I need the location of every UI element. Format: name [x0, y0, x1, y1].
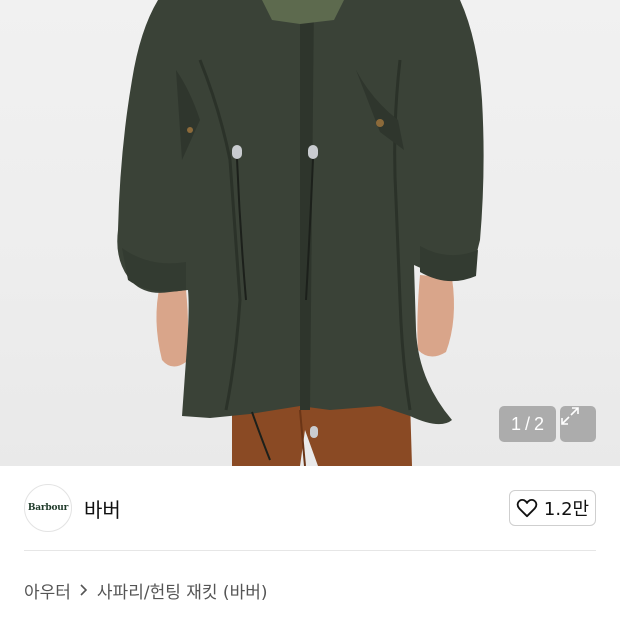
brand-logo-text: Barbour: [27, 503, 69, 513]
image-counter-separator: /: [524, 414, 530, 434]
image-counter-current: 1: [510, 414, 521, 434]
image-counter: 1/2: [499, 406, 556, 442]
brand-name[interactable]: 바버: [84, 494, 121, 523]
like-button[interactable]: 1.2만: [509, 490, 596, 526]
heart-outline-icon: [516, 498, 538, 518]
brand-logo[interactable]: Barbour: [24, 484, 72, 532]
brand-row: Barbour 바버 1.2만: [0, 466, 620, 552]
expand-image-button[interactable]: [560, 406, 596, 442]
breadcrumb: 아우터 사파리/헌팅 재킷 (바버): [24, 577, 267, 603]
expand-arrows-icon: [561, 407, 579, 425]
breadcrumb-subcategory[interactable]: 사파리/헌팅 재킷 (바버): [97, 578, 268, 603]
product-photo-jacket: [117, 0, 484, 466]
product-image[interactable]: 1/2: [0, 0, 620, 466]
divider: [24, 550, 596, 551]
image-counter-total: 2: [534, 414, 545, 434]
breadcrumb-category[interactable]: 아우터: [24, 578, 71, 603]
chevron-right-icon: [79, 583, 89, 597]
like-count: 1.2만: [543, 499, 590, 520]
